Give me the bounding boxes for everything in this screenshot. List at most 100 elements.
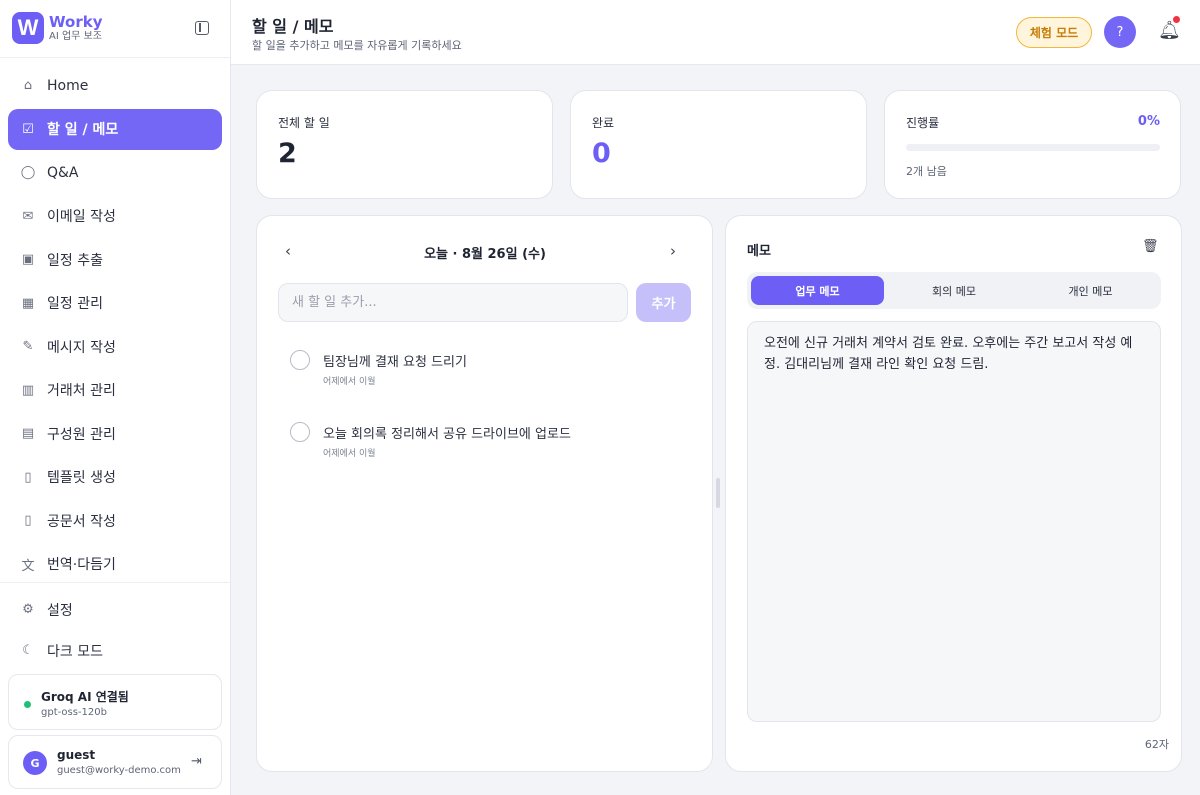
- todo-panel: 오늘 · 8월 26일 (수) ‹ › 추가 팀장님께 결재 요청 드리기어제에…: [256, 215, 713, 772]
- moon-icon: ☾: [22, 643, 34, 658]
- status-dot-icon: [24, 701, 31, 708]
- sidebar-item-1[interactable]: ⌂ Home: [8, 65, 222, 106]
- sidebar-bottom-nav: ⚙ 설정 ☾ 다크 모드: [8, 590, 222, 672]
- sidebar-item-label: 이메일 작성: [47, 209, 116, 225]
- stat-card-done: 완료 0: [570, 90, 867, 199]
- user-email: guest@worky-demo.com: [57, 765, 181, 776]
- notification-dot: [1173, 16, 1180, 23]
- sidebar: W Worky AI 업무 보조 ⌂ Home ☑ 할 일 / 메모 ◯ Q&A ✉ 이메일 …: [0, 0, 231, 795]
- avatar[interactable]: G: [23, 751, 47, 775]
- add-todo-button[interactable]: 추가: [636, 283, 691, 322]
- sidebar-item-label: 구성원 관리: [47, 426, 116, 443]
- memo-textarea[interactable]: 오전에 신규 거래처 계약서 검토 완료. 오후에는 주간 보고서 작성 예정.…: [747, 321, 1161, 722]
- sidebar-item-label: Home: [47, 77, 89, 94]
- memo-panel: 메모 🗑︎ 업무 메모 회의 메모 개인 메모 오전에 신규 거래처 계약서 검토 …: [725, 215, 1182, 772]
- sidebar-item-1[interactable]: ⚙ 설정: [8, 590, 222, 629]
- page-header: 할 일 / 메모 할 일을 추가하고 메모를 자유롭게 기록하세요 체험 모드 …: [231, 0, 1200, 65]
- document-icon: ▯: [24, 469, 32, 485]
- sidebar-item-8[interactable]: ▥ 거래처 관리: [8, 370, 222, 411]
- memo-tab-3[interactable]: 개인 메모: [1024, 276, 1157, 305]
- stat-card-total: 전체 할 일 2: [256, 90, 553, 199]
- sidebar-item-2[interactable]: ☑ 할 일 / 메모: [8, 108, 222, 150]
- sidebar-item-10[interactable]: ▯ 템플릿 생성: [8, 457, 222, 498]
- chevron-left-icon[interactable]: ‹: [285, 242, 291, 260]
- clipboard-check-icon: ☑: [22, 121, 34, 137]
- sidebar-item-12[interactable]: 文 번역·다듬기: [8, 544, 222, 585]
- todo-carryover-note: 어제에서 이월: [323, 449, 376, 459]
- date-label: 오늘 · 8월 26일 (수): [424, 247, 546, 262]
- stat-total-label: 전체 할 일: [278, 116, 330, 130]
- panel-resize-handle[interactable]: [716, 478, 720, 508]
- sidebar-item-label: Q&A: [47, 164, 79, 181]
- sidebar-item-label: 일정 관리: [47, 296, 103, 312]
- ai-status-title: Groq AI 연결됨: [41, 690, 129, 704]
- user-name: guest: [57, 748, 96, 762]
- sidebar-item-11[interactable]: ▯ 공문서 작성: [8, 500, 222, 541]
- logout-icon[interactable]: ⇥: [191, 754, 202, 769]
- ai-model-name: gpt-oss-120b: [41, 707, 107, 718]
- sidebar-item-label: 메시지 작성: [47, 339, 116, 356]
- calendar-icon: ▣: [21, 252, 35, 267]
- stat-total-value: 2: [278, 138, 297, 169]
- stat-done-value: 0: [592, 138, 611, 169]
- home-icon: ⌂: [23, 78, 33, 93]
- brand-subtitle: AI 업무 보조: [49, 30, 102, 42]
- sidebar-item-2[interactable]: ☾ 다크 모드: [8, 631, 222, 670]
- divider: [0, 57, 230, 58]
- todo-checkbox[interactable]: [290, 350, 310, 370]
- sidebar-item-label: 거래처 관리: [47, 383, 116, 399]
- gear-icon: ⚙: [22, 602, 34, 617]
- help-button[interactable]: ?: [1104, 16, 1136, 48]
- sidebar-item-label: 공문서 작성: [47, 513, 116, 530]
- sidebar-item-9[interactable]: ▤ 구성원 관리: [8, 413, 222, 454]
- chevron-right-icon[interactable]: ›: [670, 242, 676, 260]
- chat-bubble-icon: ◯: [20, 165, 36, 180]
- sidebar-item-label: 설정: [47, 602, 73, 619]
- trial-mode-badge[interactable]: 체험 모드: [1016, 17, 1092, 48]
- stat-done-label: 완료: [592, 116, 615, 130]
- sidebar-nav: ⌂ Home ☑ 할 일 / 메모 ◯ Q&A ✉ 이메일 작성 ▣ 일정 추출 ▦ 일정 관리 ✎ 메시…: [8, 65, 222, 587]
- brand[interactable]: W Worky AI 업무 보조: [12, 12, 102, 44]
- sidebar-item-label: 템플릿 생성: [47, 470, 116, 486]
- sidebar-collapse-icon[interactable]: [195, 21, 209, 35]
- bell-icon[interactable]: 🔔︎: [1158, 20, 1181, 42]
- progress-remaining: 2개 남음: [906, 165, 947, 178]
- sidebar-item-4[interactable]: ✉ 이메일 작성: [8, 196, 222, 237]
- memo-tab-1[interactable]: 업무 메모: [751, 276, 884, 305]
- building-icon: ▥: [21, 382, 35, 398]
- sidebar-item-6[interactable]: ▦ 일정 관리: [8, 283, 222, 324]
- mail-icon: ✉: [22, 208, 34, 224]
- calendar-plus-icon: ▦: [21, 295, 35, 311]
- memo-title: 메모: [747, 244, 771, 259]
- char-counter: 62자: [1144, 738, 1169, 751]
- todo-checkbox[interactable]: [290, 422, 310, 442]
- sidebar-item-5[interactable]: ▣ 일정 추출: [8, 239, 222, 280]
- sidebar-item-label: 번역·다듬기: [47, 557, 116, 573]
- progress-bar: [906, 144, 1160, 151]
- sidebar-item-label: 일정 추출: [47, 252, 103, 269]
- todo-text: 오늘 회의록 정리해서 공유 드라이브에 업로드: [323, 427, 571, 442]
- page-subtitle: 할 일을 추가하고 메모를 자유롭게 기록하세요: [252, 39, 462, 52]
- brand-name: Worky: [49, 12, 103, 31]
- pencil-icon: ✎: [22, 339, 34, 354]
- sidebar-item-3[interactable]: ◯ Q&A: [8, 152, 222, 193]
- stat-card-progress: 진행률 0% 2개 남음: [884, 90, 1181, 199]
- new-todo-input[interactable]: [278, 283, 628, 322]
- sidebar-item-label: 할 일 / 메모: [47, 122, 119, 138]
- sidebar-item-label: 다크 모드: [47, 643, 103, 660]
- trash-icon[interactable]: 🗑︎: [1142, 239, 1159, 254]
- user-card: G guest guest@worky-demo.com ⇥: [8, 735, 222, 789]
- ai-status-card: Groq AI 연결됨 gpt-oss-120b: [8, 674, 222, 730]
- progress-percent: 0%: [1137, 114, 1160, 129]
- contact-card-icon: ▤: [21, 426, 35, 441]
- worky-logo: W: [12, 12, 44, 44]
- memo-tabs: 업무 메모 회의 메모 개인 메모: [747, 272, 1161, 309]
- sidebar-item-7[interactable]: ✎ 메시지 작성: [8, 326, 222, 367]
- stat-progress-label: 진행률: [906, 116, 940, 130]
- page-title: 할 일 / 메모: [252, 17, 334, 36]
- translate-icon: 文: [21, 558, 35, 574]
- divider: [0, 582, 230, 583]
- memo-tab-2[interactable]: 회의 메모: [888, 276, 1021, 305]
- todo-carryover-note: 어제에서 이월: [323, 377, 376, 387]
- document-text-icon: ▯: [24, 513, 32, 528]
